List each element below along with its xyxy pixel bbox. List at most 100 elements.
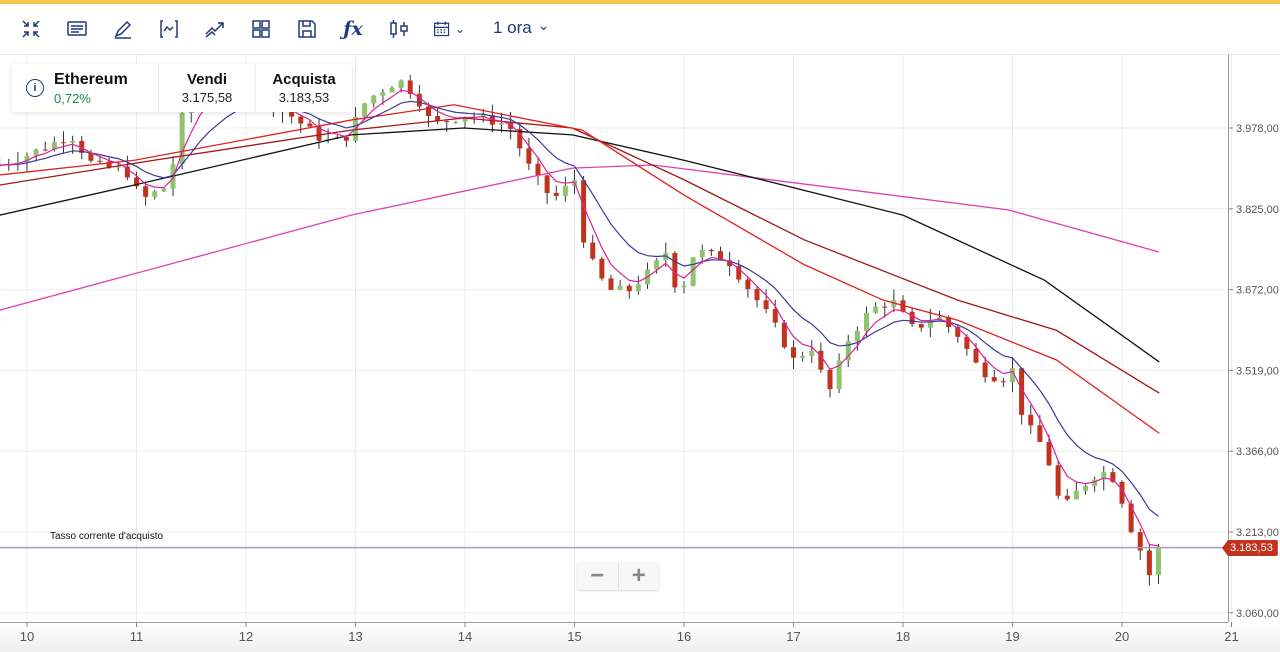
candle-body: [1083, 486, 1088, 491]
x-tick-label: 17: [786, 629, 800, 644]
x-tick-label: 16: [677, 629, 691, 644]
candle-body: [617, 285, 623, 290]
candle-body: [33, 149, 39, 156]
candle-body: [854, 331, 860, 342]
candle-body: [416, 93, 422, 107]
candle-body: [544, 175, 550, 193]
candle-body: [298, 116, 304, 124]
x-tick-label: 21: [1224, 629, 1238, 644]
x-tick-label: 11: [130, 629, 144, 644]
y-tick-label: 3.213,00: [1236, 527, 1279, 539]
candle-body: [982, 362, 988, 378]
buy-price: 3.183,53: [278, 90, 330, 105]
x-tick-label: 19: [1005, 629, 1019, 644]
candle-body: [918, 324, 924, 328]
candle-body: [152, 191, 158, 197]
candle-body: [453, 121, 459, 123]
current-rate-label: Tasso corrente d'acquisto: [50, 531, 164, 542]
candle-body: [973, 348, 979, 363]
candle-body: [590, 242, 596, 259]
x-tick-label: 15: [567, 629, 581, 644]
indicator-icon[interactable]: [156, 18, 182, 40]
y-tick-label: 3.978,00: [1236, 123, 1279, 135]
current-price-tag: 3.183,53: [1222, 540, 1278, 556]
news-icon[interactable]: [64, 18, 90, 40]
candle-body: [882, 306, 888, 308]
info-icon[interactable]: i: [26, 79, 44, 97]
candle-body: [499, 123, 504, 125]
candle-body: [599, 258, 605, 279]
x-axis: 10 11 12 13 14 15 16 17 18 19 20 21: [0, 622, 1239, 644]
candle-body: [161, 188, 167, 192]
candle-body: [909, 311, 915, 325]
zoom-controls: − +: [577, 562, 659, 590]
candle-body: [699, 249, 705, 258]
sell-button[interactable]: Vendi 3.175,58: [159, 64, 256, 112]
x-tick-label: 20: [1115, 629, 1129, 644]
candle-body: [371, 95, 377, 104]
trend-icon[interactable]: [202, 18, 228, 40]
zoom-out-button[interactable]: −: [577, 562, 619, 590]
candle-body: [1055, 465, 1061, 496]
candlestick-icon[interactable]: [386, 18, 412, 40]
moving-average-line: [0, 104, 1160, 434]
candle-body: [635, 284, 641, 292]
layout-icon[interactable]: [248, 18, 274, 40]
price-chart[interactable]: 3.978,00 3.825,00 3.672,00 3.519,00 3.366,00…: [0, 55, 1280, 622]
candle-body: [763, 300, 769, 310]
candle-body: [708, 249, 714, 252]
candle-body: [553, 192, 559, 196]
candle-body: [827, 369, 833, 390]
candle-body: [1073, 490, 1079, 500]
x-tick-label: 12: [239, 629, 253, 644]
fast-moving-average-line: [0, 89, 1159, 547]
candle-body: [1128, 503, 1134, 533]
candle-body: [791, 347, 796, 358]
candle-body: [745, 279, 751, 290]
draw-icon[interactable]: [110, 18, 136, 40]
candle-body: [61, 142, 66, 144]
chevron-down-icon: ⌄: [454, 22, 466, 36]
candle-body: [535, 163, 541, 176]
candle-body: [1064, 495, 1070, 500]
zoom-in-button[interactable]: +: [619, 562, 660, 590]
x-tick-label: 10: [20, 629, 34, 644]
candle-body: [398, 80, 404, 88]
candle-body: [991, 377, 997, 382]
candle-body: [1046, 441, 1052, 466]
candle-body: [1000, 381, 1006, 383]
buy-button[interactable]: Acquista 3.183,53: [256, 64, 352, 112]
candle-body: [380, 92, 386, 96]
y-tick-label: 3.060,00: [1236, 608, 1279, 620]
instrument-info-panel: i Ethereum 0,72% Vendi 3.175,58 Acquista 3…: [12, 64, 352, 112]
candle-body: [772, 309, 778, 323]
x-tick-label: 14: [458, 629, 472, 644]
candle-body: [389, 87, 395, 93]
moving-average-line: [0, 127, 1160, 363]
candle-body: [608, 278, 614, 290]
candle-body: [800, 355, 806, 358]
sell-label: Vendi: [186, 71, 227, 88]
candle-body: [143, 186, 149, 197]
candle-body: [754, 289, 760, 301]
candle-body: [864, 312, 869, 332]
interval-label: 1 ora: [493, 18, 532, 37]
chevron-down-icon: ⌄: [537, 16, 550, 33]
candle-body: [836, 360, 842, 390]
candle-body: [873, 306, 879, 313]
formula-icon[interactable]: ƒx: [340, 18, 366, 40]
x-tick-label: 18: [896, 629, 910, 644]
instrument-name: Ethereum: [54, 70, 128, 88]
y-tick-label: 3.825,00: [1236, 204, 1279, 216]
candle-body: [307, 123, 313, 127]
y-tick-label: 3.366,00: [1236, 446, 1279, 458]
candle-body: [1156, 547, 1161, 576]
candle-body: [362, 103, 368, 117]
candle-body: [681, 285, 687, 288]
save-icon[interactable]: [294, 18, 320, 40]
collapse-icon[interactable]: [18, 18, 44, 40]
interval-dropdown[interactable]: 1 ora ⌄: [493, 16, 550, 38]
calendar-dropdown[interactable]: ⌄: [430, 18, 468, 40]
candle-body: [526, 148, 532, 164]
candle-body: [289, 111, 295, 117]
